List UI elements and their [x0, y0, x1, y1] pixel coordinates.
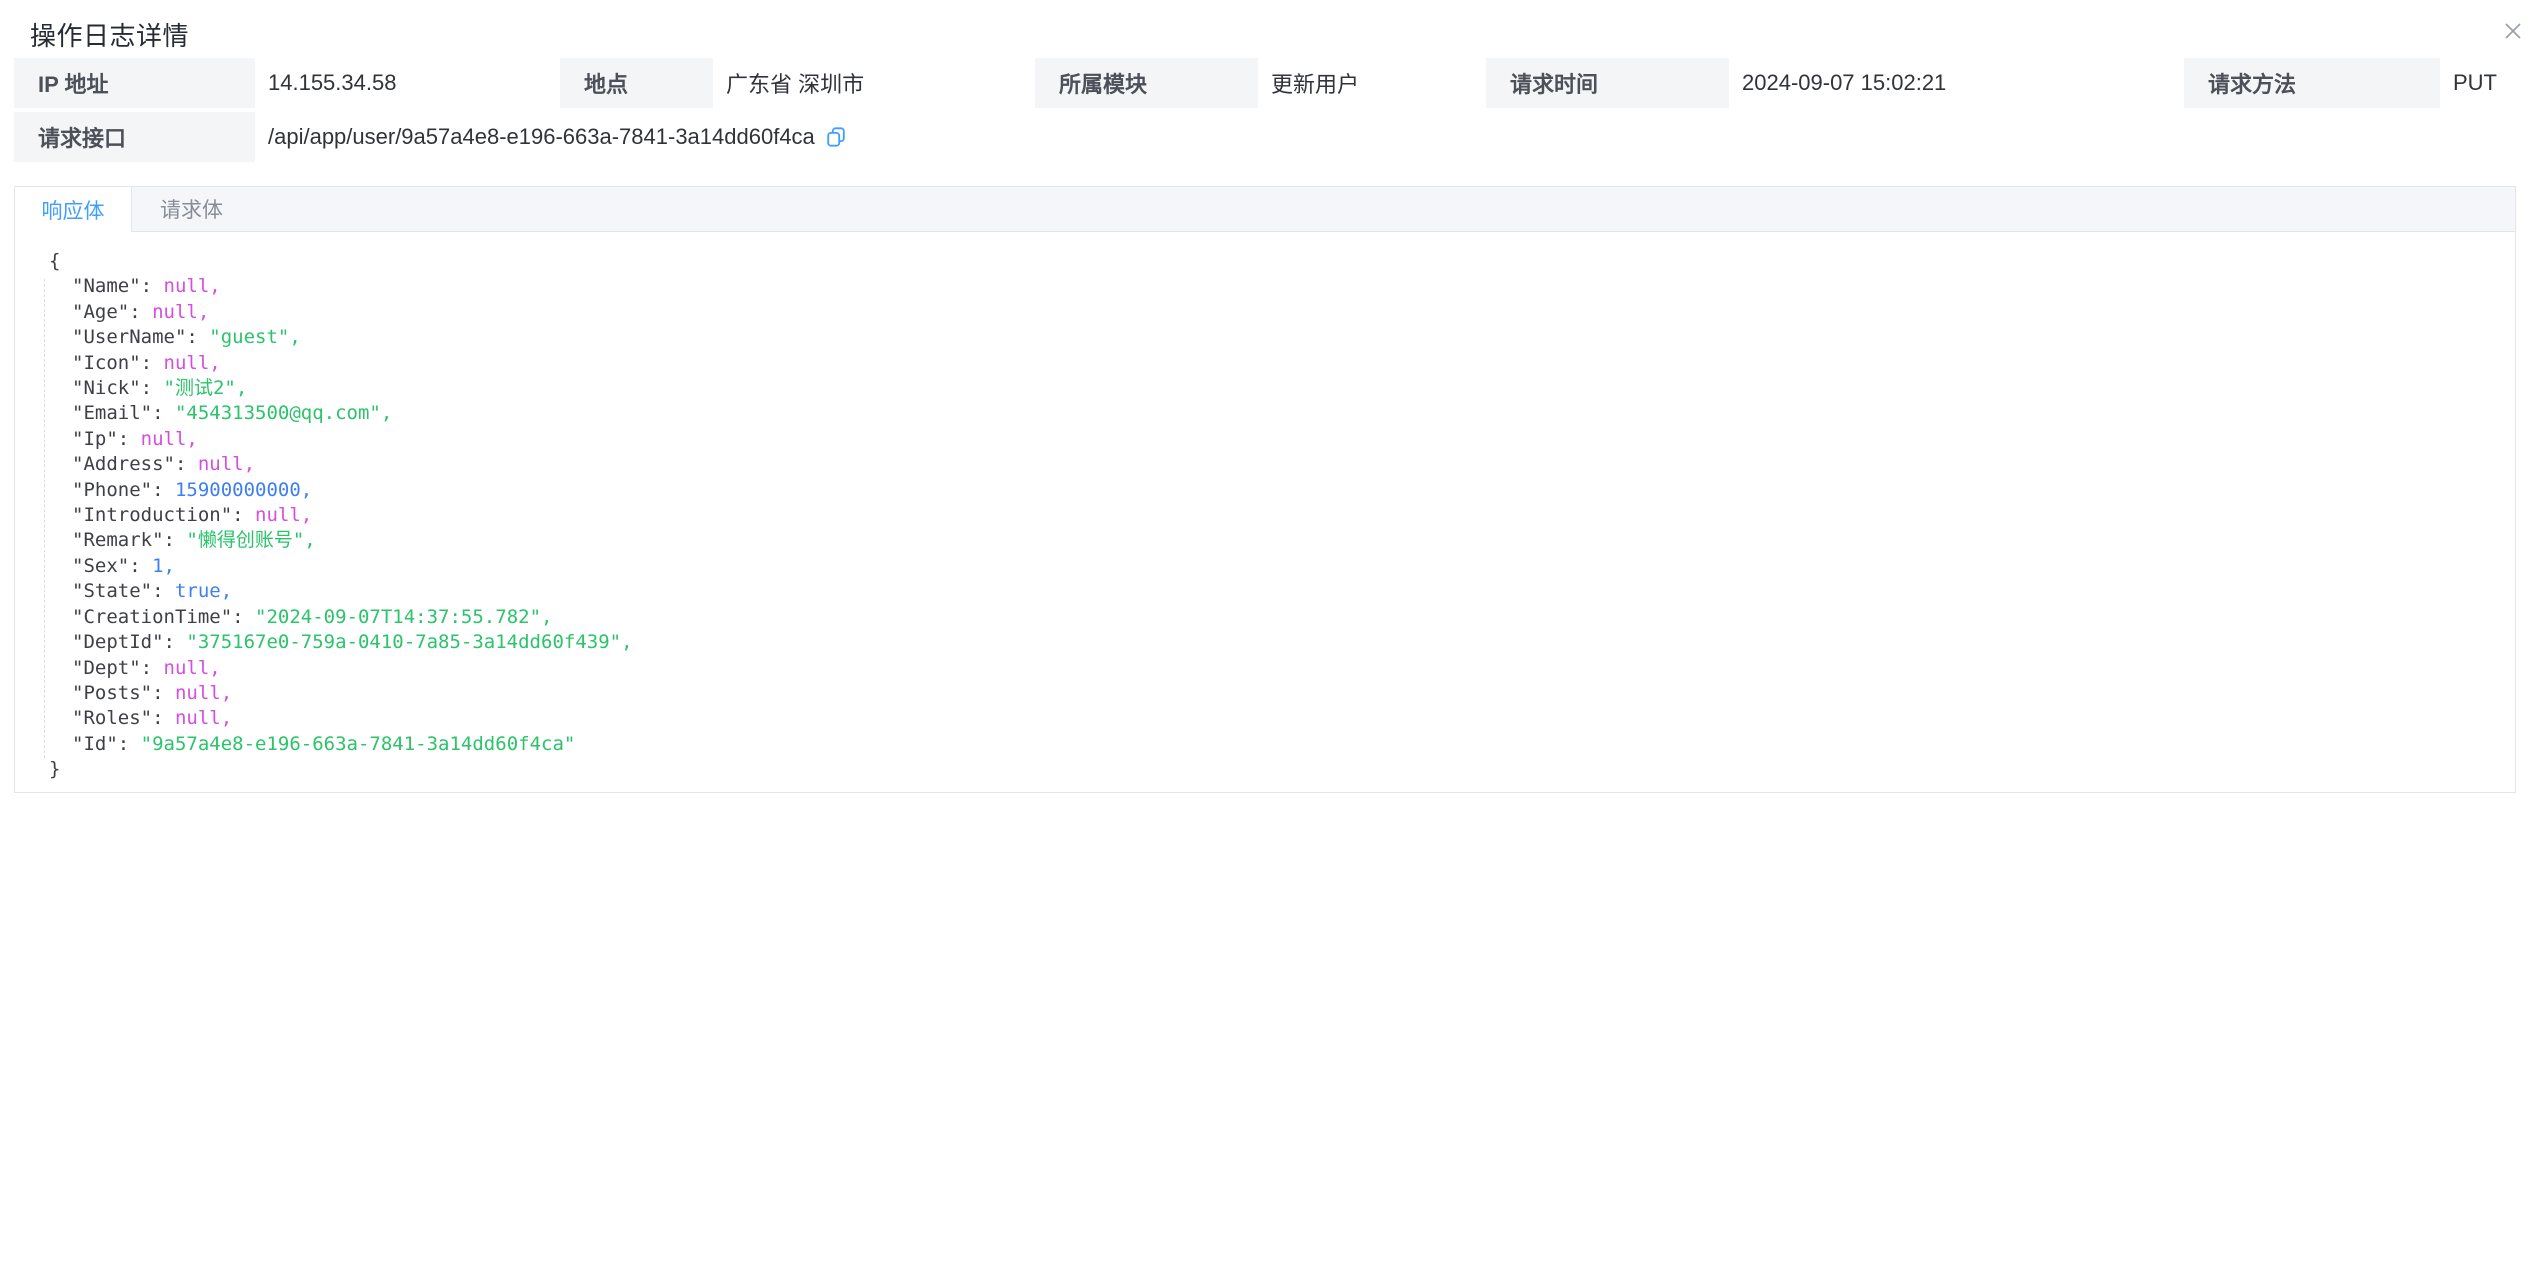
table-row: 请求接口 /api/app/user/9a57a4e8-e196-663a-78…: [14, 112, 2530, 162]
json-line: "Email": "454313500@qq.com",: [49, 401, 2495, 426]
json-line: "Roles": null,: [49, 706, 2495, 731]
body-tabs-card: 响应体 请求体 { "Name": null, "Age": null, "Us…: [14, 186, 2516, 793]
request-time-value: 2024-09-07 15:02:21: [1729, 58, 2184, 108]
json-line: "Name": null,: [49, 274, 2495, 299]
module-label: 所属模块: [1035, 58, 1258, 108]
tab-request-body[interactable]: 请求体: [132, 187, 251, 231]
indent-guide-line: [44, 279, 45, 758]
json-line: "Posts": null,: [49, 681, 2495, 706]
request-api-label: 请求接口: [14, 112, 255, 162]
copy-button[interactable]: [825, 126, 847, 148]
json-line: "Ip": null,: [49, 427, 2495, 452]
json-line: "Sex": 1,: [49, 554, 2495, 579]
response-body-json-viewer: { "Name": null, "Age": null, "UserName":…: [15, 232, 2515, 783]
json-line: "Remark": "懒得创账号",: [49, 528, 2495, 553]
close-icon: [2501, 19, 2525, 43]
request-method-value: PUT: [2440, 58, 2530, 108]
close-button[interactable]: [2498, 16, 2528, 46]
json-line: "Dept": null,: [49, 656, 2495, 681]
location-label: 地点: [560, 58, 713, 108]
ip-address-label: IP 地址: [14, 58, 255, 108]
json-line: "Id": "9a57a4e8-e196-663a-7841-3a14dd60f…: [49, 732, 2495, 757]
dialog-header: 操作日志详情: [0, 0, 2530, 44]
json-line: "Nick": "测试2",: [49, 376, 2495, 401]
json-line: "State": true,: [49, 579, 2495, 604]
page-title: 操作日志详情: [30, 21, 189, 51]
json-line: "Icon": null,: [49, 351, 2495, 376]
request-method-label: 请求方法: [2184, 58, 2440, 108]
json-line: "Address": null,: [49, 452, 2495, 477]
json-line: "CreationTime": "2024-09-07T14:37:55.782…: [49, 605, 2495, 630]
request-api-cell: /api/app/user/9a57a4e8-e196-663a-7841-3a…: [255, 112, 2530, 162]
tab-bar: 响应体 请求体: [15, 187, 2515, 232]
request-time-label: 请求时间: [1486, 58, 1729, 108]
json-line: "Phone": 15900000000,: [49, 478, 2495, 503]
module-value: 更新用户: [1258, 58, 1486, 108]
tab-response-body[interactable]: 响应体: [15, 187, 132, 232]
json-line: "Introduction": null,: [49, 503, 2495, 528]
table-row: IP 地址 14.155.34.58 地点 广东省 深圳市 所属模块 更新用户 …: [14, 58, 2530, 108]
log-detail-table: IP 地址 14.155.34.58 地点 广东省 深圳市 所属模块 更新用户 …: [14, 58, 2530, 162]
json-line: {: [49, 249, 2495, 274]
json-line: }: [49, 757, 2495, 782]
location-value: 广东省 深圳市: [713, 58, 1035, 108]
json-line: "Age": null,: [49, 300, 2495, 325]
json-line: "DeptId": "375167e0-759a-0410-7a85-3a14d…: [49, 630, 2495, 655]
ip-address-value: 14.155.34.58: [255, 58, 560, 108]
copy-icon: [825, 126, 847, 148]
request-api-value: /api/app/user/9a57a4e8-e196-663a-7841-3a…: [268, 124, 815, 150]
json-line: "UserName": "guest",: [49, 325, 2495, 350]
